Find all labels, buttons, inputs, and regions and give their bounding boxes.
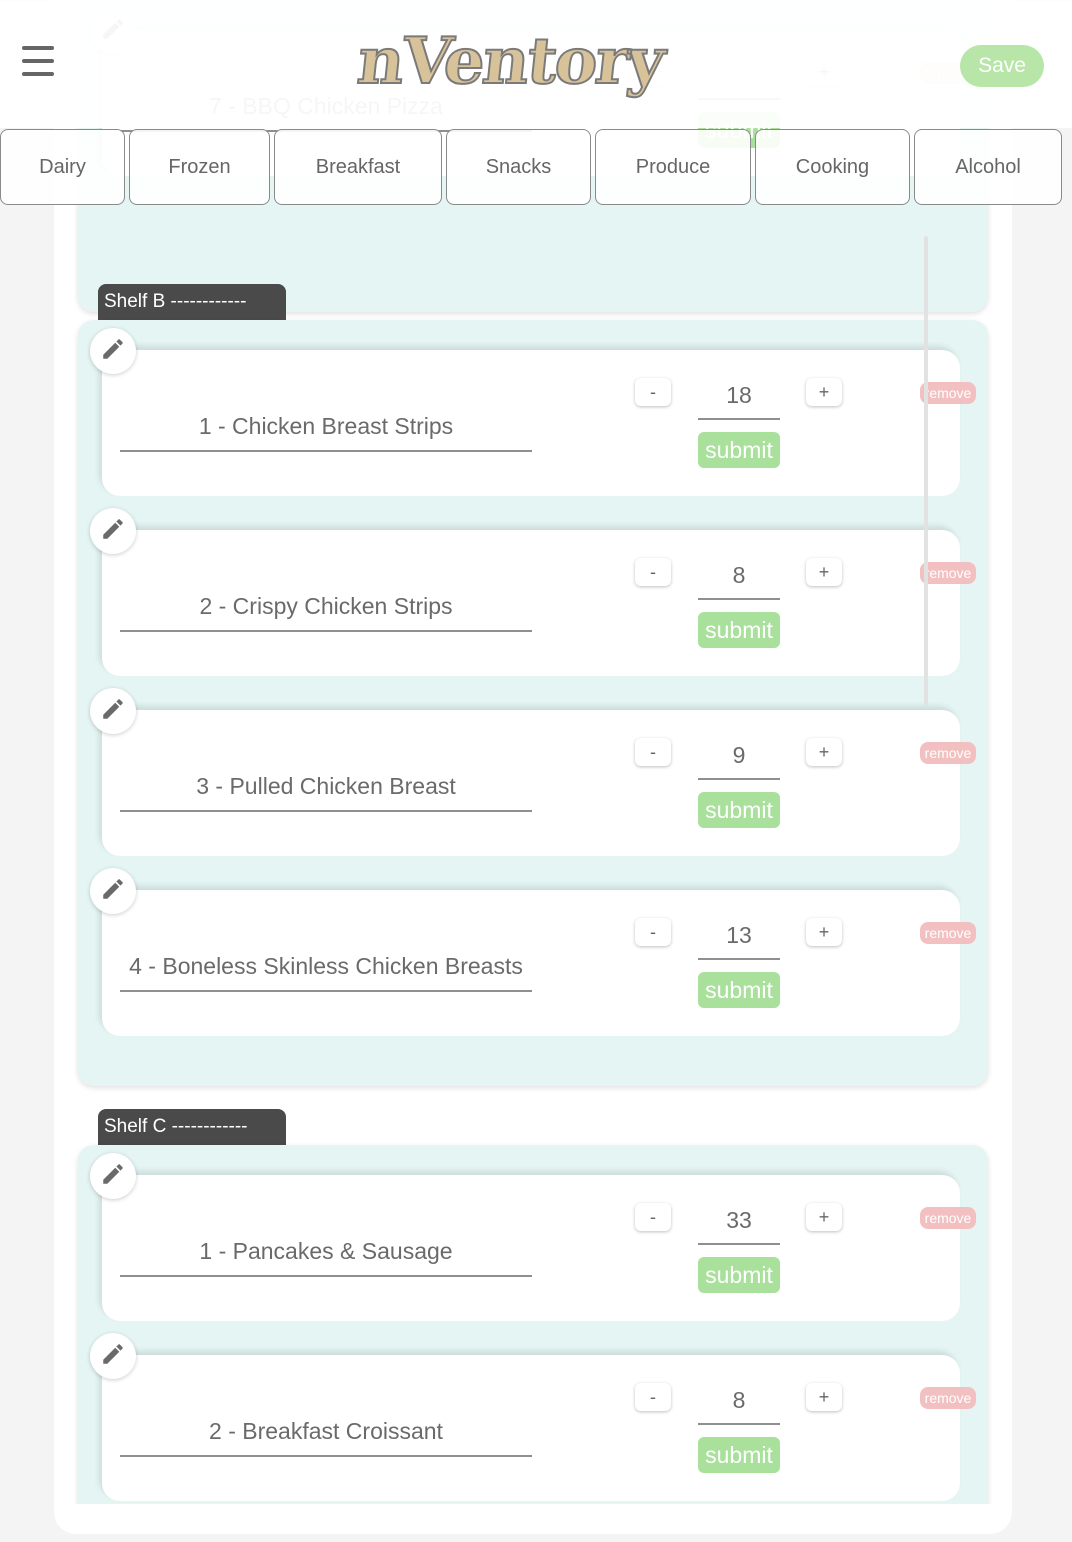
shelf-label: Shelf C ------------ xyxy=(98,1109,286,1145)
increment-button[interactable]: + xyxy=(806,558,842,586)
pencil-icon xyxy=(100,516,126,547)
remove-button[interactable]: remove xyxy=(920,382,976,404)
item-name-field[interactable]: 4 - Boneless Skinless Chicken Breasts xyxy=(120,942,532,992)
increment-button[interactable]: + xyxy=(806,1203,842,1231)
item-card: 1 - Pancakes & Sausage - + submit remove xyxy=(90,1153,976,1321)
quantity-input[interactable] xyxy=(698,912,780,960)
edit-item-button[interactable] xyxy=(90,328,136,374)
quantity-input[interactable] xyxy=(698,552,780,600)
decrement-button[interactable]: - xyxy=(635,1383,671,1411)
logo-text: nVentory xyxy=(353,23,668,100)
edit-item-button[interactable] xyxy=(90,868,136,914)
remove-button[interactable]: remove xyxy=(920,1207,976,1229)
item-name-field[interactable]: 1 - Pancakes & Sausage xyxy=(120,1227,532,1277)
item-card: 2 - Breakfast Croissant - + submit remove xyxy=(90,1333,976,1501)
tab-dairy[interactable]: Dairy xyxy=(0,129,125,205)
app-logo: nVentory xyxy=(353,23,668,106)
shelf-panel: 1 - Chicken Breast Strips-+submitremove2… xyxy=(78,320,988,1086)
item-name-field[interactable]: 2 - Crispy Chicken Strips xyxy=(120,582,532,632)
decrement-button[interactable]: - xyxy=(635,558,671,586)
pencil-icon xyxy=(100,336,126,367)
hamburger-menu-icon[interactable] xyxy=(22,46,54,76)
quantity-input[interactable] xyxy=(698,372,780,420)
increment-button[interactable]: + xyxy=(806,918,842,946)
remove-button[interactable]: remove xyxy=(920,562,976,584)
remove-button[interactable]: remove xyxy=(920,1387,976,1409)
inventory-page: 7 - BBQ Chicken Pizza-+submitremoveShelf… xyxy=(54,0,1012,1534)
increment-button[interactable]: + xyxy=(806,1383,842,1411)
submit-button[interactable]: submit xyxy=(698,972,780,1008)
decrement-button[interactable]: - xyxy=(635,918,671,946)
item-card: 4 - Boneless Skinless Chicken Breasts - + s… xyxy=(90,868,976,1036)
pencil-icon xyxy=(100,696,126,727)
increment-button[interactable]: + xyxy=(806,738,842,766)
edit-item-button[interactable] xyxy=(90,688,136,734)
app-header: nVentory Save xyxy=(0,0,1072,128)
edit-item-button[interactable] xyxy=(90,1153,136,1199)
tab-cooking[interactable]: Cooking xyxy=(755,129,910,205)
category-tabs: Dairy Frozen Breakfast Snacks Produce Cooking… xyxy=(0,129,1072,207)
tab-frozen[interactable]: Frozen xyxy=(129,129,270,205)
decrement-button[interactable]: - xyxy=(635,378,671,406)
edit-item-button[interactable] xyxy=(90,508,136,554)
item-card: 1 - Chicken Breast Strips - + submit remove xyxy=(90,328,976,496)
submit-button[interactable]: submit xyxy=(698,1257,780,1293)
submit-button[interactable]: submit xyxy=(698,432,780,468)
tab-produce[interactable]: Produce xyxy=(595,129,751,205)
quantity-input[interactable] xyxy=(698,1377,780,1425)
quantity-input[interactable] xyxy=(698,1197,780,1245)
item-name-field[interactable]: 1 - Chicken Breast Strips xyxy=(120,402,532,452)
submit-button[interactable]: submit xyxy=(698,1437,780,1473)
pencil-icon xyxy=(100,1161,126,1192)
item-card: 2 - Crispy Chicken Strips - + submit remove xyxy=(90,508,976,676)
inventory-scroll-area[interactable]: 7 - BBQ Chicken Pizza-+submitremoveShelf… xyxy=(54,0,1012,1504)
submit-button[interactable]: submit xyxy=(698,612,780,648)
item-name-field[interactable]: 2 - Breakfast Croissant xyxy=(120,1407,532,1457)
decrement-button[interactable]: - xyxy=(635,1203,671,1231)
decrement-button[interactable]: - xyxy=(635,738,671,766)
quantity-input[interactable] xyxy=(698,732,780,780)
tab-snacks[interactable]: Snacks xyxy=(446,129,591,205)
remove-button[interactable]: remove xyxy=(920,742,976,764)
item-card: 3 - Pulled Chicken Breast - + submit remove xyxy=(90,688,976,856)
save-button[interactable]: Save xyxy=(960,45,1044,87)
tab-alcohol[interactable]: Alcohol xyxy=(914,129,1062,205)
shelf-panel: 1 - Pancakes & Sausage-+submitremove2 - … xyxy=(78,1145,988,1504)
remove-button[interactable]: remove xyxy=(920,922,976,944)
shelf-label: Shelf B ------------ xyxy=(98,284,286,320)
tab-breakfast[interactable]: Breakfast xyxy=(274,129,442,205)
pencil-icon xyxy=(100,1341,126,1372)
pencil-icon xyxy=(100,876,126,907)
submit-button[interactable]: submit xyxy=(698,792,780,828)
item-name-field[interactable]: 3 - Pulled Chicken Breast xyxy=(120,762,532,812)
increment-button[interactable]: + xyxy=(806,378,842,406)
edit-item-button[interactable] xyxy=(90,1333,136,1379)
scrollbar[interactable] xyxy=(924,236,928,706)
